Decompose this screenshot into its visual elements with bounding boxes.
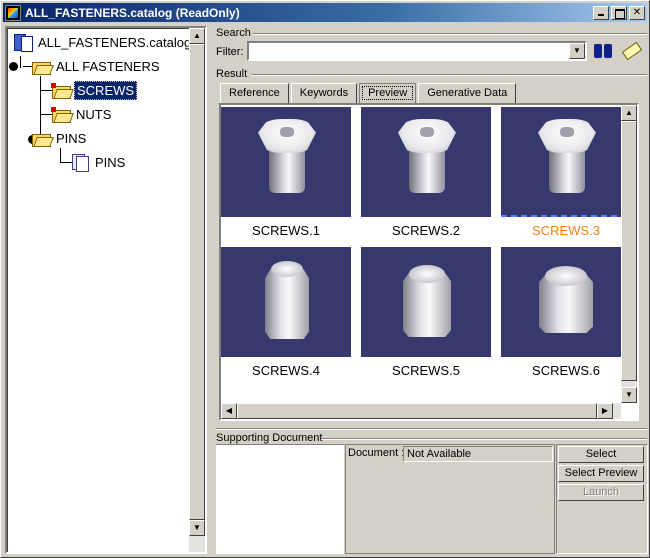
preview-thumbnail[interactable] — [361, 247, 491, 357]
tree-line — [60, 148, 61, 162]
maximize-button[interactable] — [611, 5, 627, 20]
select-button[interactable]: Select — [558, 446, 644, 463]
filter-label: Filter: — [216, 46, 244, 58]
catalog-tree[interactable]: ALL_FASTENERS.catalog ALL FASTENERS SCRE… — [5, 26, 207, 554]
launch-button[interactable]: Launch — [558, 484, 644, 501]
document-label: Document : — [348, 447, 405, 459]
preview-thumbnail[interactable] — [501, 247, 631, 357]
preview-label-selected[interactable]: SCREWS.3 — [501, 223, 631, 238]
app-icon — [5, 4, 21, 21]
preview-thumbnail[interactable] — [361, 107, 491, 217]
scroll-down-button[interactable]: ▼ — [621, 387, 637, 403]
filter-combobox[interactable]: ▼ — [247, 41, 587, 61]
scroll-thumb[interactable] — [237, 403, 597, 419]
tree-item-pins-doc[interactable]: PINS — [71, 152, 127, 172]
preview-label[interactable]: SCREWS.4 — [221, 363, 351, 378]
preview-vscrollbar[interactable]: ▲ ▼ — [621, 105, 637, 403]
preview-label[interactable]: SCREWS.1 — [221, 223, 351, 238]
preview-thumbnail[interactable] — [221, 247, 351, 357]
folder-icon — [51, 82, 71, 99]
scroll-thumb[interactable] — [621, 121, 637, 381]
minimize-button[interactable] — [593, 5, 609, 20]
group-divider — [321, 438, 647, 440]
folder-open-icon — [31, 59, 51, 75]
select-preview-button[interactable]: Select Preview — [558, 465, 644, 482]
preview-label[interactable]: SCREWS.6 — [501, 363, 631, 378]
scroll-left-button[interactable]: ◀ — [221, 403, 237, 419]
collapse-toggle[interactable] — [9, 62, 18, 71]
tree-line — [20, 56, 21, 68]
clear-eraser-icon[interactable] — [619, 40, 643, 62]
catalog-window: ALL_FASTENERS.catalog (ReadOnly) ✕ ALL_F… — [0, 0, 650, 558]
scroll-up-button[interactable]: ▲ — [189, 28, 205, 44]
close-button[interactable]: ✕ — [629, 5, 645, 20]
tree-item-label: ALL FASTENERS — [56, 58, 160, 74]
tab-preview[interactable]: Preview — [359, 83, 417, 103]
splitter[interactable] — [209, 26, 213, 556]
group-divider — [251, 74, 647, 76]
tree-item-label: SCREWS — [74, 80, 138, 100]
supporting-group-label: Supporting Document — [216, 432, 323, 444]
tree-scrollbar[interactable]: ▲ ▼ — [189, 28, 205, 552]
group-divider — [253, 33, 647, 35]
search-group-label: Search — [216, 27, 251, 39]
window-title: ALL_FASTENERS.catalog (ReadOnly) — [25, 5, 240, 20]
tree-root-label: ALL_FASTENERS.catalog — [38, 34, 192, 50]
tree-item-label: PINS — [95, 154, 126, 170]
result-group-label: Result — [216, 68, 248, 80]
document-value: Not Available — [403, 446, 553, 462]
scroll-right-button[interactable]: ▶ — [597, 403, 613, 419]
result-tabs: Reference Keywords Preview Generative Da… — [220, 83, 518, 103]
preview-thumbnail-selected[interactable] — [501, 107, 631, 217]
title-bar[interactable]: ALL_FASTENERS.catalog (ReadOnly) ✕ — [3, 3, 647, 22]
tab-keywords[interactable]: Keywords — [290, 83, 358, 103]
search-binoculars-icon[interactable] — [591, 40, 615, 62]
preview-label[interactable]: SCREWS.2 — [361, 223, 491, 238]
tree-item-pins-folder[interactable]: PINS — [31, 128, 88, 148]
scroll-down-button[interactable]: ▼ — [189, 520, 205, 536]
tree-root[interactable]: ALL_FASTENERS.catalog — [13, 32, 193, 52]
scroll-thumb[interactable] — [189, 44, 205, 520]
panel-divider — [216, 428, 647, 430]
folder-open-icon — [31, 131, 51, 147]
document-icon — [71, 153, 89, 172]
supporting-list[interactable] — [216, 444, 344, 554]
catalog-icon — [13, 33, 33, 52]
preview-label[interactable]: SCREWS.5 — [361, 363, 491, 378]
tree-item-screws[interactable]: SCREWS — [51, 80, 138, 100]
filter-dropdown-button[interactable]: ▼ — [569, 43, 585, 59]
tab-reference[interactable]: Reference — [220, 83, 289, 103]
folder-icon — [51, 106, 71, 123]
tree-item-nuts[interactable]: NUTS — [51, 104, 113, 124]
tab-generative-data[interactable]: Generative Data — [418, 83, 517, 103]
preview-hscrollbar[interactable]: ◀ ▶ — [221, 403, 621, 419]
tree-item-label: NUTS — [76, 106, 112, 122]
scroll-up-button[interactable]: ▲ — [621, 105, 637, 121]
preview-thumbnail[interactable] — [221, 107, 351, 217]
preview-grid[interactable]: SCREWS.1 SCREWS.2 SCREWS.3 SCREWS.4 SCRE… — [219, 103, 639, 421]
tree-item-all-fasteners[interactable]: ALL FASTENERS — [31, 56, 162, 76]
tree-item-label: PINS — [56, 130, 87, 146]
